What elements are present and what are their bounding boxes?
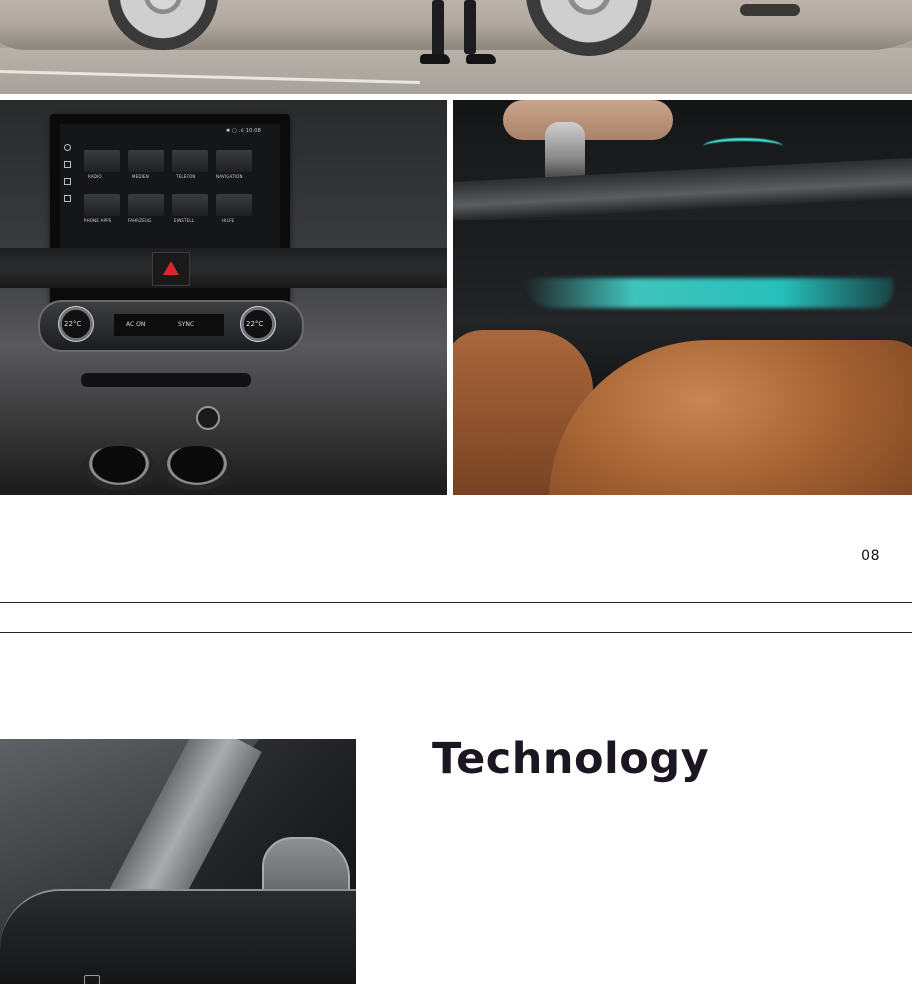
parking-ground [0, 48, 912, 94]
divider-line [0, 602, 912, 603]
cupholder-right [160, 446, 234, 490]
climate-display: AC ON SYNC [114, 314, 224, 336]
tile-label: EINSTELL [174, 218, 195, 223]
hazard-button-icon [152, 252, 190, 286]
radio-icon [63, 161, 71, 168]
tile-label: MEDIEN [132, 174, 149, 179]
gear-lever [545, 122, 585, 182]
phone-icon [63, 195, 71, 202]
music-icon [63, 178, 71, 185]
ac-label: AC ON [126, 321, 146, 328]
tile-navigation [216, 150, 252, 172]
tile-label: TELEFON [176, 174, 196, 179]
dashboard-edge [0, 889, 356, 984]
divider-line [0, 632, 912, 633]
ambient-lighting-image [453, 100, 912, 495]
left-temp: 22°C [64, 320, 82, 328]
hand [503, 100, 673, 140]
section-heading: Technology [432, 734, 710, 784]
person-leg [432, 0, 444, 56]
tile-vehicle [128, 194, 164, 216]
tile-label: PHONE APPS [84, 218, 112, 223]
center-console [453, 157, 912, 223]
tile-label: RADIO [88, 174, 102, 179]
tile-label: HILFE [222, 218, 235, 223]
shoe [420, 54, 450, 64]
tile-media [128, 150, 164, 172]
dashboard-image: ✱ ▢ .ıl 10:08 RADIO MEDIEN TELEFON NAVIG… [0, 100, 447, 495]
tile-settings [172, 194, 208, 216]
tile-phone [172, 150, 208, 172]
ambient-light-ring [703, 138, 783, 155]
volume-knob-icon [196, 406, 220, 430]
badge-icon [84, 975, 100, 984]
right-temp: 22°C [246, 320, 264, 328]
tile-label: FAHRZEUG [128, 218, 152, 223]
tile-help [216, 194, 252, 216]
climate-control-panel: 22°C AC ON SYNC 22°C [38, 300, 304, 352]
ambient-light-strip [523, 278, 893, 308]
sync-label: SYNC [178, 321, 195, 328]
tile-radio [84, 150, 120, 172]
tile-phone-apps [84, 194, 120, 216]
infotainment-screen: ✱ ▢ .ıl 10:08 RADIO MEDIEN TELEFON NAVIG… [60, 124, 280, 248]
exhaust-tip [740, 4, 800, 16]
home-icon [63, 144, 71, 151]
console-button-row [80, 372, 252, 388]
tile-label: NAVIGATION [216, 174, 243, 179]
screen-side-icons [62, 140, 72, 230]
screen-status: ✱ ▢ .ıl 10:08 [226, 128, 262, 134]
page-number: 08 [861, 548, 880, 564]
cupholder-left [82, 446, 156, 490]
person-leg [464, 0, 476, 54]
air-vent-bar [0, 248, 447, 288]
shoe [466, 54, 496, 64]
exterior-strip-image [0, 0, 912, 94]
a-pillar-interior-image [0, 739, 356, 984]
